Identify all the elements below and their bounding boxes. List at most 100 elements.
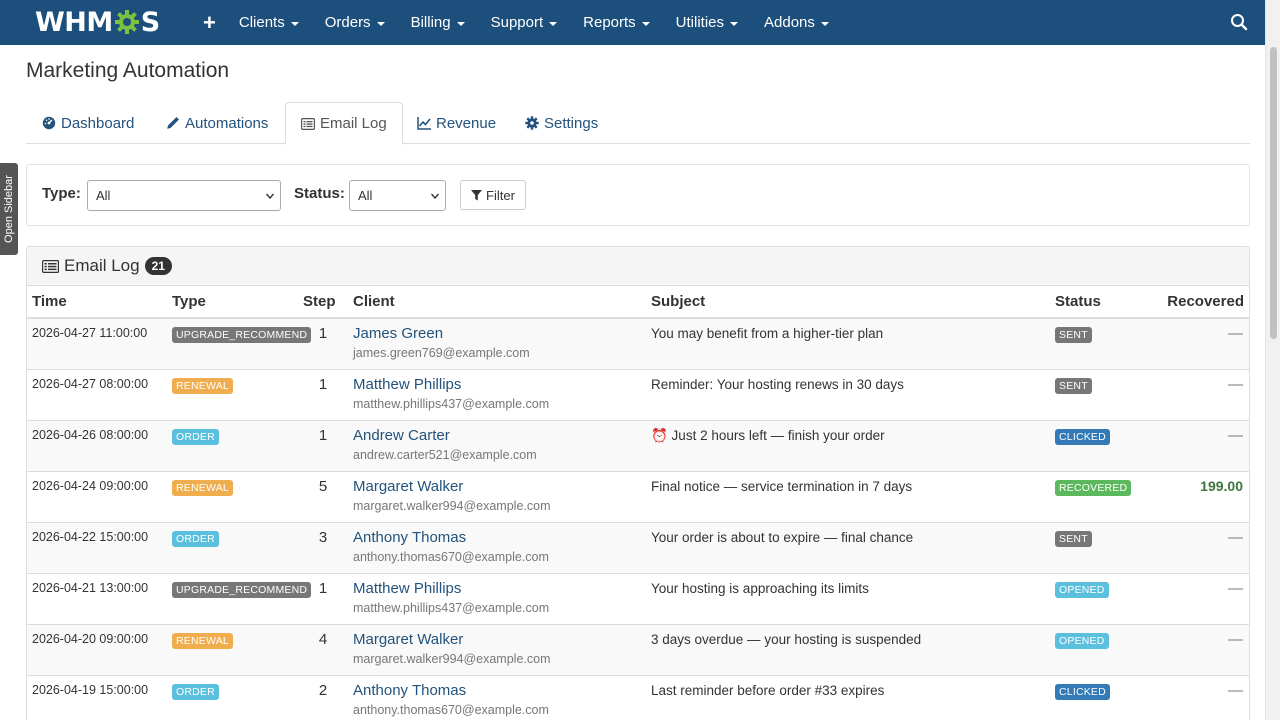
row-client-cell: Andrew Carter andrew.carter521@example.co… [348,419,646,471]
column-header-type[interactable]: Type [167,286,298,319]
row-type-cell: ORDER [167,419,298,471]
table-row: 2026-04-27 08:00:00 RENEWAL 1 Matthew Phill… [27,368,1249,420]
status-filter-select[interactable]: All [349,180,446,211]
gear-icon [525,116,539,130]
status-badge: OPENED [1055,632,1109,649]
row-recovered: — [1150,317,1249,369]
client-email: anthony.thomas670@example.com [353,702,549,717]
open-sidebar-toggle[interactable]: Open Sidebar [0,163,18,255]
column-header-subject[interactable]: Subject [646,286,1050,319]
table-row: 2026-04-19 15:00:00 ORDER 2 Anthony Thomas a… [27,674,1249,720]
row-recovered: — [1150,521,1249,573]
quick-add-button[interactable]: + [203,11,216,34]
row-step: 1 [298,572,348,624]
client-link[interactable]: Matthew Phillips [353,376,641,393]
row-status-cell: OPENED [1050,572,1150,624]
row-recovered: — [1150,674,1249,720]
email-subject: Final notice — service termination in 7 … [651,478,913,494]
row-subject-cell: Your order is about to expire — final ch… [646,521,1050,573]
column-header-status[interactable]: Status [1050,286,1150,319]
row-client-cell: James Green james.green769@example.com [348,317,646,369]
table-row: 2026-04-24 09:00:00 RENEWAL 5 Margaret Walk… [27,470,1249,522]
row-type-cell: RENEWAL [167,623,298,675]
list-icon [42,259,59,273]
client-email: margaret.walker994@example.com [353,651,551,666]
type-filter-select[interactable]: All [87,180,281,211]
nav-billing-label: Billing [410,14,451,31]
nav-reports-label: Reports [583,14,636,31]
type-badge: UPGRADE_RECOMMEND [172,327,312,343]
column-header-time[interactable]: Time [27,286,167,319]
nav-support[interactable]: Support [491,14,558,31]
open-sidebar-label: Open Sidebar [3,175,15,243]
row-status-cell: SENT [1050,368,1150,420]
client-link[interactable]: Anthony Thomas [353,682,641,699]
client-email: matthew.phillips437@example.com [353,600,550,615]
row-recovered: 199.00 [1150,470,1249,522]
email-log-rows: 2026-04-27 11:00:00 UPGRADE_RECOMMEND 1 Jam… [27,317,1249,720]
tab-dashboard[interactable]: Dashboard [42,102,134,144]
client-link[interactable]: James Green [353,325,641,342]
client-email: andrew.carter521@example.com [353,447,537,462]
caret-down-icon [730,21,739,26]
nav-orders-label: Orders [324,14,371,31]
tab-revenue[interactable]: Revenue [417,102,496,144]
filter-icon [471,189,483,200]
nav-utilities[interactable]: Utilities [675,14,739,31]
list-icon [301,117,315,130]
row-time: 2026-04-22 15:00:00 [27,521,167,573]
search-icon[interactable] [1230,13,1248,31]
row-client-cell: Margaret Walker margaret.walker994@exampl… [348,623,646,675]
row-subject-cell: ⏰ Just 2 hours left — finish your order [646,419,1050,471]
row-time: 2026-04-19 15:00:00 [27,674,167,720]
column-header-recovered[interactable]: Recovered [1150,286,1249,319]
client-link[interactable]: Anthony Thomas [353,529,641,546]
caret-down-icon [549,21,558,26]
logo-text-left: WHM [35,6,113,38]
page-scrollbar[interactable] [1265,0,1280,720]
dashboard-icon [42,116,56,130]
row-recovered: — [1150,368,1249,420]
row-time: 2026-04-26 08:00:00 [27,419,167,471]
row-step: 5 [298,470,348,522]
status-badge: CLICKED [1055,683,1110,700]
type-badge: UPGRADE_RECOMMEND [172,581,312,598]
nav-addons[interactable]: Addons [764,14,829,31]
tab-automations[interactable]: Automations [166,102,268,144]
nav-billing[interactable]: Billing [411,14,465,31]
table-header-row: Time Type Step Client Subject Status Rec… [27,286,1249,319]
filter-button[interactable]: Filter [460,180,526,210]
email-subject: Your hosting is approaching its limits [651,580,869,596]
column-header-step[interactable]: Step [298,286,348,319]
type-badge: ORDER [172,683,219,700]
type-filter-label: Type: [42,185,81,202]
top-navbar: WHM S + Clients Orders Billing Support R… [0,0,1280,45]
type-badge: ORDER [172,428,219,445]
status-badge: SENT [1055,530,1092,547]
column-header-client[interactable]: Client [348,286,646,319]
row-client-cell: Anthony Thomas anthony.thomas670@example.… [348,521,646,573]
row-client-cell: Anthony Thomas anthony.thomas670@example.… [348,674,646,720]
nav-orders[interactable]: Orders [325,14,385,31]
nav-reports[interactable]: Reports [583,14,650,31]
scrollbar-thumb[interactable] [1270,47,1277,339]
client-link[interactable]: Matthew Phillips [353,580,641,597]
tab-settings-label: Settings [544,114,599,132]
client-link[interactable]: Margaret Walker [353,631,641,648]
email-log-header: Email Log 21 [27,247,1249,286]
status-badge: SENT [1055,327,1092,343]
nav-clients[interactable]: Clients [239,14,299,31]
client-link[interactable]: Margaret Walker [353,478,641,495]
nav-addons-label: Addons [764,14,815,31]
type-badge: RENEWAL [172,377,233,394]
row-step: 4 [298,623,348,675]
client-link[interactable]: Andrew Carter [353,427,641,444]
tab-settings[interactable]: Settings [525,102,598,144]
nav-utilities-label: Utilities [675,14,725,31]
row-time: 2026-04-21 13:00:00 [27,572,167,624]
whmcs-logo[interactable]: WHM S [35,6,160,38]
filter-button-label: Filter [486,187,515,203]
tab-email-log[interactable]: Email Log [285,102,403,145]
page-title: Marketing Automation [26,59,230,82]
row-status-cell: CLICKED [1050,419,1150,471]
